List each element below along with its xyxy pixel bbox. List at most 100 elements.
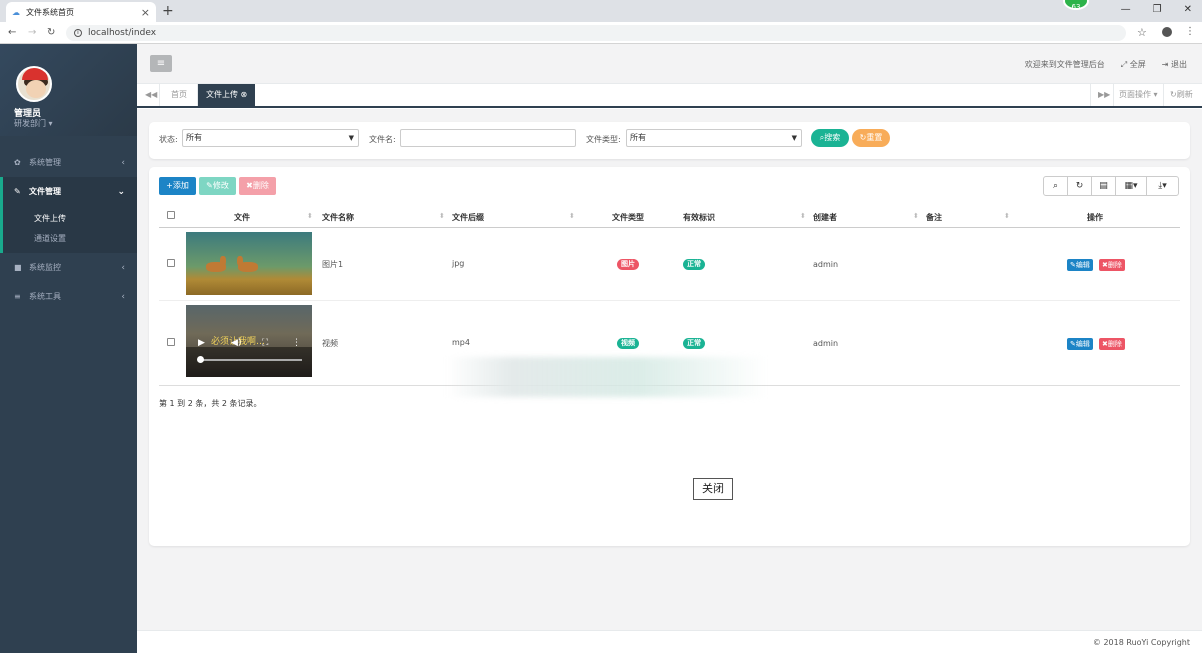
table-refresh-icon[interactable]: ↻ bbox=[1067, 176, 1092, 196]
row-edit-button[interactable]: ✎编辑 bbox=[1067, 259, 1093, 271]
caret-down-icon: ▼ bbox=[348, 134, 354, 142]
sort-icon[interactable]: ⬍ bbox=[800, 212, 806, 220]
row-checkbox[interactable] bbox=[167, 338, 175, 346]
video-progress-bar[interactable] bbox=[200, 359, 302, 361]
row-edit-button[interactable]: ✎编辑 bbox=[1067, 338, 1093, 350]
col-valid-flag[interactable]: 有效标识 bbox=[683, 212, 715, 223]
select-all-checkbox[interactable] bbox=[167, 211, 175, 219]
row-checkbox[interactable] bbox=[167, 259, 175, 267]
col-actions: 操作 bbox=[1087, 213, 1103, 222]
menu-label: 文件管理 bbox=[29, 187, 61, 196]
filetype-select[interactable]: 所有 ▼ bbox=[626, 129, 802, 147]
sort-icon[interactable]: ⬍ bbox=[307, 212, 313, 220]
file-suffix: mp4 bbox=[452, 338, 470, 347]
reload-icon[interactable]: ↻ bbox=[47, 27, 55, 38]
copyright-text: © 2018 RuoYi Copyright bbox=[1092, 638, 1190, 647]
volume-icon[interactable]: ◀) bbox=[231, 338, 241, 348]
edit-button[interactable]: ✎修改 bbox=[199, 177, 236, 195]
menu-system-monitor[interactable]: ■ 系统监控 ‹ bbox=[0, 253, 137, 282]
extension-badge[interactable]: 63 bbox=[1063, 0, 1089, 11]
video-icon: ■ bbox=[14, 263, 22, 272]
refresh-icon: ↻ bbox=[1170, 90, 1177, 99]
new-tab-button[interactable]: + bbox=[162, 3, 174, 19]
col-remark[interactable]: 备注 bbox=[926, 212, 942, 223]
row-delete-button[interactable]: ✖删除 bbox=[1099, 338, 1125, 350]
menu-system-admin[interactable]: ✿ 系统管理 ‹ bbox=[0, 148, 137, 177]
page-ops-dropdown[interactable]: 页面操作 ▾ bbox=[1119, 84, 1158, 106]
sort-icon[interactable]: ⬍ bbox=[913, 212, 919, 220]
refresh-tab-button[interactable]: ↻刷新 bbox=[1170, 84, 1193, 106]
logout-button[interactable]: ⇥ 退出 bbox=[1162, 59, 1187, 70]
table-columns-icon[interactable]: ▦▾ bbox=[1115, 176, 1147, 196]
edit-icon: ✎ bbox=[206, 181, 213, 190]
sort-icon[interactable]: ⬍ bbox=[439, 212, 445, 220]
browser-menu-icon[interactable]: ⋮ bbox=[1185, 26, 1195, 37]
fullscreen-icon[interactable]: ⛶ bbox=[262, 338, 268, 348]
close-tab-icon[interactable]: ⊗ bbox=[241, 90, 248, 99]
col-creator[interactable]: 创建者 bbox=[813, 212, 837, 223]
col-file-suffix[interactable]: 文件后缀 bbox=[452, 212, 484, 223]
back-icon[interactable]: ← bbox=[8, 27, 16, 38]
sidebar: 管理员 研发部门 ▾ ✿ 系统管理 ‹ ✎ 文件管理 ⌄ 文件上传 通道设置 ■… bbox=[0, 44, 137, 653]
creator: admin bbox=[813, 339, 839, 348]
filetype-label: 文件类型: bbox=[586, 135, 621, 144]
gear-icon: ✿ bbox=[14, 158, 21, 167]
address-bar: ← → ↻ i localhost/index ☆ ⋮ bbox=[0, 22, 1202, 44]
menu-file-management[interactable]: ✎ 文件管理 ⌄ bbox=[0, 177, 137, 206]
minimize-icon[interactable]: — bbox=[1121, 4, 1131, 15]
table-export-icon[interactable]: ⤓▾ bbox=[1146, 176, 1179, 196]
status-badge: 正常 bbox=[683, 259, 705, 270]
video-progress-handle[interactable] bbox=[197, 356, 204, 363]
forward-icon[interactable]: → bbox=[28, 27, 36, 38]
user-dept-dropdown[interactable]: 研发部门 ▾ bbox=[14, 118, 53, 129]
row-delete-button[interactable]: ✖删除 bbox=[1099, 259, 1125, 271]
play-icon[interactable]: ▶ bbox=[198, 338, 205, 348]
type-badge: 视频 bbox=[617, 338, 639, 349]
welcome-text: 欢迎来到文件管理后台 bbox=[1024, 60, 1105, 69]
caret-down-icon: ▼ bbox=[791, 134, 797, 142]
reset-button[interactable]: ↻重置 bbox=[852, 129, 890, 147]
table-toggle-view-icon[interactable]: ▤ bbox=[1091, 176, 1116, 196]
menu-system-tools[interactable]: ≡ 系统工具 ‹ bbox=[0, 282, 137, 311]
tabs-scroll-left-icon[interactable]: ◀◀ bbox=[145, 84, 157, 106]
delete-button[interactable]: ✖删除 bbox=[239, 177, 276, 195]
sort-icon[interactable]: ⬍ bbox=[569, 212, 575, 220]
page-tabs-bar: ◀◀ 首页 文件上传 ⊗ ▶▶ 页面操作 ▾ ↻刷新 bbox=[137, 84, 1202, 108]
search-form: 状态: 所有 ▼ 文件名: 文件类型: 所有 ▼ ⌕搜索 ↻重置 bbox=[149, 122, 1190, 159]
submenu-channel-settings[interactable]: 通道设置 bbox=[3, 229, 137, 249]
add-button[interactable]: +添加 bbox=[159, 177, 196, 195]
fullscreen-button[interactable]: ⤢ 全屏 bbox=[1121, 59, 1146, 70]
status-select[interactable]: 所有 ▼ bbox=[182, 129, 359, 147]
url-text: localhost/index bbox=[88, 28, 157, 38]
sort-icon[interactable]: ⬍ bbox=[1004, 212, 1010, 220]
search-button[interactable]: ⌕搜索 bbox=[811, 129, 849, 147]
restore-icon[interactable]: ❐ bbox=[1153, 4, 1162, 15]
tab-home[interactable]: 首页 bbox=[171, 84, 187, 106]
account-icon[interactable] bbox=[1162, 27, 1172, 37]
close-tab-icon[interactable]: × bbox=[141, 6, 150, 19]
submenu-file-upload[interactable]: 文件上传 bbox=[3, 209, 137, 229]
avatar[interactable] bbox=[16, 66, 52, 102]
col-file-name[interactable]: 文件名称 bbox=[322, 212, 354, 223]
file-thumbnail-image[interactable] bbox=[186, 232, 312, 295]
browser-tab[interactable]: ☁ 文件系统首页 × bbox=[6, 2, 156, 22]
table-search-icon[interactable]: ⌕ bbox=[1043, 176, 1068, 196]
header-actions: 欢迎来到文件管理后台 ⤢ 全屏 ⇥ 退出 bbox=[1025, 59, 1187, 70]
close-icon: ✖ bbox=[246, 181, 253, 190]
close-button[interactable]: 关闭 bbox=[693, 478, 733, 500]
menu-toggle-button[interactable]: ≡ bbox=[150, 55, 172, 72]
tab-file-upload[interactable]: 文件上传 ⊗ bbox=[198, 84, 256, 106]
user-panel: 管理员 研发部门 ▾ bbox=[0, 44, 137, 136]
bookmark-star-icon[interactable]: ☆ bbox=[1137, 26, 1147, 39]
tabs-scroll-right-icon[interactable]: ▶▶ bbox=[1098, 84, 1110, 106]
url-field[interactable]: i localhost/index bbox=[66, 25, 1126, 41]
close-window-icon[interactable]: ✕ bbox=[1184, 4, 1192, 15]
chevron-left-icon: ‹ bbox=[121, 291, 125, 302]
info-icon[interactable]: i bbox=[74, 29, 82, 37]
plus-icon: + bbox=[166, 181, 173, 190]
top-header: ≡ 欢迎来到文件管理后台 ⤢ 全屏 ⇥ 退出 bbox=[137, 44, 1202, 84]
filename-input[interactable] bbox=[400, 129, 576, 147]
col-file[interactable]: 文件 bbox=[234, 212, 250, 223]
more-options-icon[interactable]: ⋮ bbox=[292, 338, 301, 348]
file-video-player[interactable]: 必须让我啊… ▶ ◀) ⛶ ⋮ bbox=[186, 305, 312, 377]
